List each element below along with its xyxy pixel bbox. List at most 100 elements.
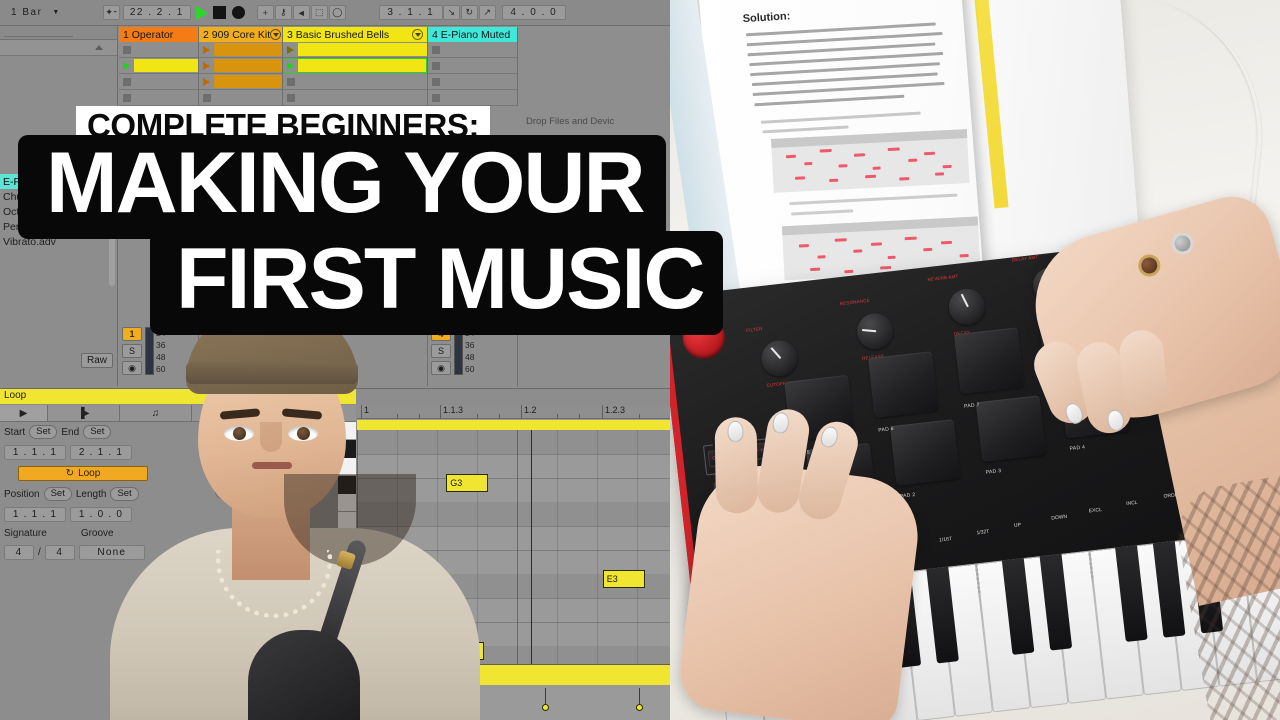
presenter-beanie-band: [186, 362, 358, 384]
knob-resonance-release[interactable]: [855, 311, 896, 352]
microphone: [248, 630, 360, 720]
drop-zone-hint: Drop Files and Devic: [526, 116, 615, 127]
knob-label-resonance: RESONANCE: [839, 297, 871, 307]
stop-icon[interactable]: [212, 6, 226, 19]
clip-slot[interactable]: [119, 90, 198, 106]
clip-slot[interactable]: [199, 42, 282, 58]
browser-item-3[interactable]: Percussive.adv: [0, 219, 117, 234]
velocity-dot[interactable]: [541, 704, 549, 711]
clip-slot[interactable]: [428, 74, 517, 90]
track-header-4[interactable]: 4 E-Piano Muted: [428, 27, 518, 42]
new-clip-icon[interactable]: +: [256, 5, 274, 20]
clip-slot[interactable]: [428, 42, 517, 58]
track-name-1: 1 Operator: [123, 28, 174, 41]
clip-slot[interactable]: [199, 90, 282, 106]
clip-slot[interactable]: [199, 74, 282, 90]
loop-icon: ↻: [65, 468, 75, 479]
track-header-row: 1 Operator 2 909 Core Kit 3 Basic Brushe…: [119, 27, 670, 42]
track-name-3: 3 Basic Brushed Bells: [287, 28, 390, 41]
track-header-1[interactable]: 1 Operator: [119, 27, 199, 42]
chevron-down-icon[interactable]: [270, 29, 282, 40]
metronome-icon[interactable]: ✦⁃: [102, 5, 120, 20]
record-icon[interactable]: [231, 6, 245, 19]
fingernail: [727, 420, 744, 443]
clip-slot[interactable]: [199, 58, 282, 74]
browser-item-1[interactable]: Church Organ: [0, 189, 117, 204]
tab-clip[interactable]: ▶︎: [0, 405, 48, 421]
ring: [1168, 229, 1197, 258]
photo-panel: Solution: FILTER CUTOFF RESONANCE REVERB…: [670, 0, 1280, 720]
loop-start-field[interactable]: 3 . 1 . 1: [378, 5, 443, 20]
knob-label-filter: FILTER: [745, 326, 763, 333]
clip-slot[interactable]: [119, 58, 198, 74]
midi-note[interactable]: G3: [446, 474, 489, 492]
ring: [1135, 251, 1163, 280]
key-label-11: INCL: [1125, 499, 1138, 508]
position-value[interactable]: 1 . 1 . 1: [4, 507, 66, 522]
length-label: Length: [75, 488, 107, 500]
pad-6[interactable]: [868, 351, 939, 418]
presenter-nose: [260, 422, 282, 452]
sort-arrow-icon: [95, 45, 103, 50]
pad-3[interactable]: [975, 395, 1047, 463]
start-set-button[interactable]: Set: [29, 425, 58, 439]
ruler-tick-2: 1.2: [521, 405, 537, 419]
song-position-field[interactable]: 22 . 2 . 1: [122, 5, 191, 20]
browser-item-0[interactable]: E-Piano Muted: [0, 174, 117, 189]
clip-slot[interactable]: [283, 74, 427, 90]
transport-bar: 1 Bar ▼ ✦⁃ 22 . 2 . 1 + ⚷ ◄ ⬚ ◯ 3 . 1 . …: [0, 0, 670, 26]
presenter-mouth: [252, 462, 292, 469]
signature-numerator[interactable]: 4: [4, 545, 34, 560]
browser-item-4[interactable]: Vibrato.adv: [0, 234, 117, 249]
browser-item-2[interactable]: Octaves: [0, 204, 117, 219]
start-value[interactable]: 1 . 1 . 1: [4, 445, 66, 460]
drop-zone[interactable]: Drop Files and Devic: [518, 42, 670, 127]
midi-note[interactable]: E3: [602, 570, 645, 588]
mixer-strip-empty: [518, 324, 670, 386]
punch-in-icon[interactable]: ↘: [442, 5, 460, 20]
track-header-2[interactable]: 2 909 Core Kit: [199, 27, 283, 42]
chevron-down-icon[interactable]: [412, 29, 423, 40]
eye: [288, 426, 318, 441]
punch-out-icon[interactable]: ↗: [478, 5, 496, 20]
clip-column-3: [283, 42, 428, 106]
pad-2[interactable]: [889, 419, 961, 486]
play-icon[interactable]: [195, 5, 208, 20]
divider: [4, 36, 73, 37]
book-heading: Solution:: [742, 10, 791, 26]
draw-mode-icon[interactable]: ◯: [328, 5, 346, 20]
track-name-4: 4 E-Piano Muted: [432, 28, 511, 41]
clip-slot[interactable]: [428, 58, 517, 74]
tab-envelopes[interactable]: ▐▸: [48, 405, 120, 421]
quantization-dropdown[interactable]: 1 Bar ▼: [6, 5, 69, 20]
clip-slot[interactable]: [119, 42, 198, 58]
browser-panel[interactable]: E-Piano Muted Church Organ Octaves Percu…: [0, 26, 118, 386]
clip-column-4: [428, 42, 518, 106]
position-set-button[interactable]: Set: [43, 487, 72, 501]
chevron-down-icon: ▼: [52, 8, 61, 16]
capture-midi-icon[interactable]: ⚷: [274, 5, 292, 20]
raw-button[interactable]: Raw: [80, 352, 113, 368]
loop-toggle-icon[interactable]: ↻: [460, 5, 478, 20]
end-set-button[interactable]: Set: [83, 425, 112, 439]
clip-slot[interactable]: [283, 90, 427, 106]
ruler-tick-3: 1.2.3: [602, 405, 625, 419]
clip-slot[interactable]: [428, 90, 517, 106]
track-header-3[interactable]: 3 Basic Brushed Bells: [283, 27, 428, 42]
clip-slot-selected[interactable]: [283, 58, 427, 74]
back-to-arrangement-icon[interactable]: ◄: [292, 5, 310, 20]
position-label: Position: [4, 488, 40, 500]
knob-filter-cutoff[interactable]: [759, 338, 800, 379]
browser-scrollbar[interactable]: [109, 176, 115, 286]
loop-length-field[interactable]: 4 . 0 . 0: [501, 5, 566, 20]
key-label-8: UP: [1013, 522, 1022, 529]
clip-slot[interactable]: [119, 74, 198, 90]
signature-denominator[interactable]: 4: [44, 545, 75, 560]
clip-slot[interactable]: [283, 42, 427, 58]
knob-reverb-decay[interactable]: [946, 286, 987, 327]
velocity-dot[interactable]: [635, 704, 643, 711]
pad-7[interactable]: [953, 327, 1025, 395]
follow-icon[interactable]: ⬚: [310, 5, 328, 20]
joystick-control[interactable]: [680, 314, 727, 362]
thumbnail-canvas: 1 Bar ▼ ✦⁃ 22 . 2 . 1 + ⚷ ◄ ⬚ ◯ 3 . 1 . …: [0, 0, 1280, 720]
